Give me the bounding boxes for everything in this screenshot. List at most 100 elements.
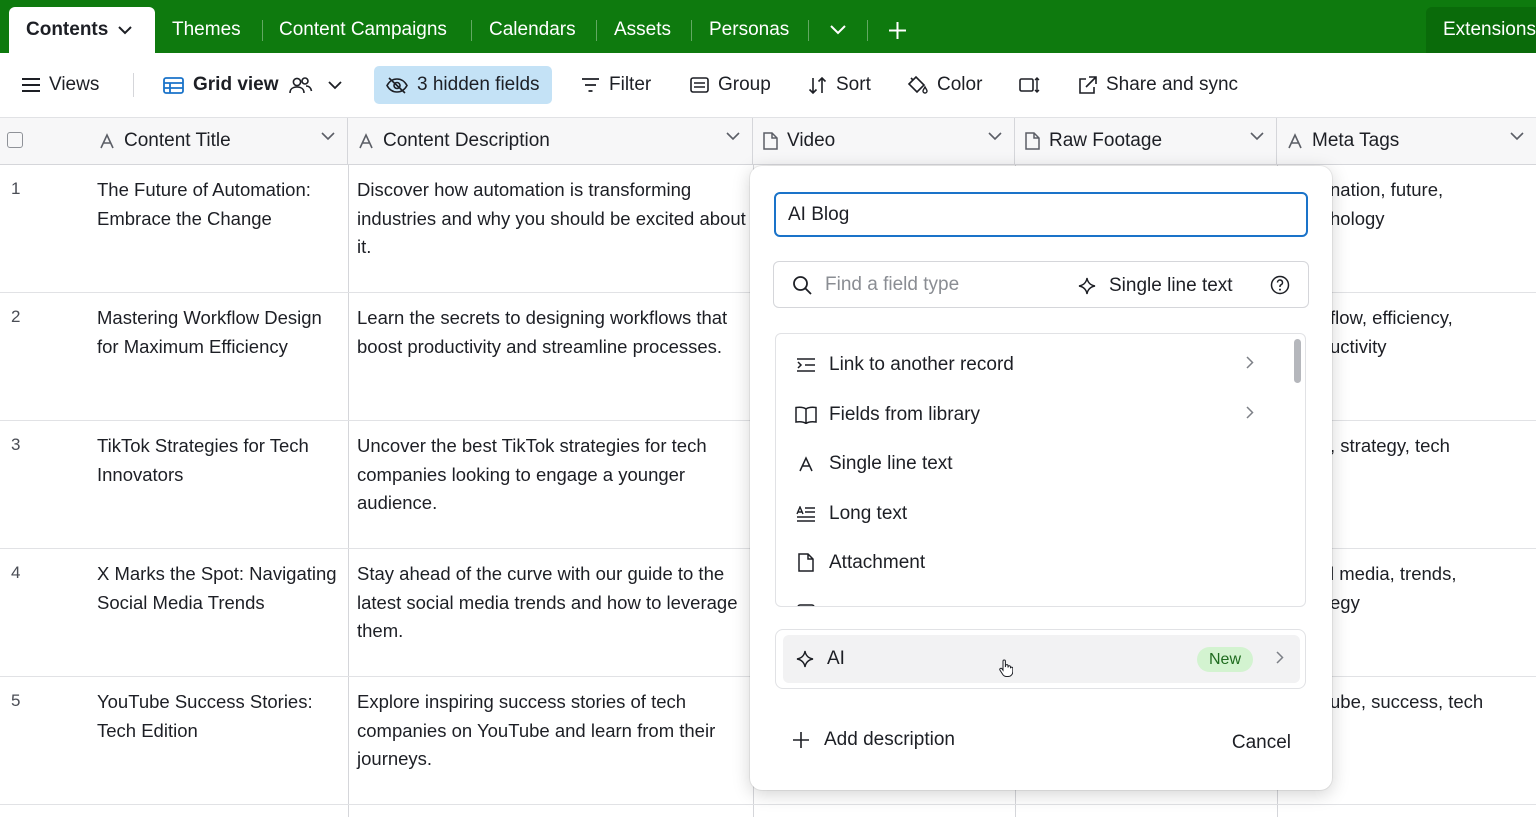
column-header-video[interactable]: Video bbox=[753, 118, 1015, 164]
views-label: Views bbox=[49, 74, 100, 95]
collaborators-icon bbox=[288, 76, 312, 93]
chevron-down-icon[interactable] bbox=[1510, 132, 1524, 141]
content-title-cell[interactable]: Mastering Workflow Design for Maximum Ef… bbox=[97, 304, 342, 361]
long-text-icon bbox=[795, 505, 817, 522]
content-description-cell[interactable]: Explore inspiring success stories of tec… bbox=[357, 688, 747, 774]
filter-button[interactable]: Filter bbox=[581, 66, 651, 104]
tab-calendars[interactable]: Calendars bbox=[489, 14, 576, 46]
content-title-cell[interactable]: TikTok Strategies for Tech Innovators bbox=[97, 432, 342, 489]
meta-tags-cell[interactable]: nation, future, hology bbox=[1330, 176, 1535, 233]
field-type-long-text[interactable]: Long text bbox=[776, 489, 1294, 538]
column-header-raw-footage[interactable]: Raw Footage bbox=[1015, 118, 1277, 164]
ai-label: AI bbox=[827, 648, 845, 669]
field-type-partial-next[interactable] bbox=[776, 588, 1294, 606]
column-header-label: Content Title bbox=[124, 130, 231, 151]
chevron-down-icon[interactable] bbox=[1250, 132, 1264, 141]
row-height-button[interactable] bbox=[1019, 66, 1041, 104]
meta-tags-line: egy bbox=[1330, 591, 1360, 613]
help-circle-icon[interactable] bbox=[1270, 275, 1290, 295]
meta-tags-cell[interactable]: ube, success, tech bbox=[1330, 688, 1535, 717]
book-icon bbox=[795, 406, 817, 424]
column-header-label: Content Description bbox=[383, 130, 550, 151]
group-button[interactable]: Group bbox=[690, 66, 771, 104]
content-description-cell[interactable]: Discover how automation is transforming … bbox=[357, 176, 747, 262]
tab-themes[interactable]: Themes bbox=[172, 14, 241, 46]
meta-tags-cell[interactable]: flow, efficiency, uctivity bbox=[1330, 304, 1535, 361]
content-description-cell[interactable]: Uncover the best TikTok strategies for t… bbox=[357, 432, 747, 518]
tab-contents[interactable]: Contents bbox=[9, 7, 155, 53]
more-tabs-button[interactable] bbox=[830, 14, 846, 46]
chevron-down-icon[interactable] bbox=[321, 132, 335, 141]
meta-tags-cell[interactable]: l media, trends, egy bbox=[1330, 560, 1535, 617]
field-type-label: Long text bbox=[829, 502, 908, 524]
content-title-cell[interactable]: X Marks the Spot: Navigating Social Medi… bbox=[97, 560, 342, 617]
tab-personas[interactable]: Personas bbox=[709, 14, 789, 46]
tab-content-campaigns[interactable]: Content Campaigns bbox=[279, 14, 447, 46]
add-table-button[interactable] bbox=[888, 14, 907, 46]
select-all-checkbox[interactable] bbox=[7, 132, 23, 148]
search-placeholder: Find a field type bbox=[825, 273, 960, 295]
content-title-cell[interactable]: YouTube Success Stories: Tech Edition bbox=[97, 688, 342, 745]
grid-view-button[interactable]: Grid view bbox=[163, 66, 342, 104]
chevron-down-icon[interactable] bbox=[726, 132, 740, 141]
field-name-input[interactable] bbox=[774, 192, 1308, 237]
field-type-search[interactable]: Find a field type Single line text bbox=[773, 261, 1309, 308]
field-type-single-line-text[interactable]: Single line text bbox=[776, 439, 1294, 488]
sort-button[interactable]: Sort bbox=[808, 66, 871, 104]
column-header-label: Raw Footage bbox=[1049, 130, 1163, 151]
table-tab-bar: Contents Themes Content Campaigns Calend… bbox=[0, 0, 1536, 53]
column-header-content-title[interactable]: Content Title bbox=[0, 118, 348, 164]
list-scrollbar[interactable] bbox=[1294, 339, 1301, 383]
meta-tags-line: l media, trends, bbox=[1330, 563, 1457, 584]
sparkle-icon bbox=[1078, 277, 1096, 294]
meta-tags-line: ube, success, tech bbox=[1330, 691, 1484, 712]
views-button[interactable]: Views bbox=[22, 66, 99, 104]
extensions-button[interactable]: Extensions bbox=[1426, 7, 1536, 53]
column-header-content-description[interactable]: Content Description bbox=[348, 118, 753, 164]
chevron-down-icon[interactable] bbox=[327, 80, 342, 90]
search-icon bbox=[792, 275, 812, 295]
tab-personas-label: Personas bbox=[709, 19, 790, 40]
plus-icon bbox=[889, 21, 906, 39]
row-height-icon bbox=[1019, 77, 1040, 93]
content-description-cell[interactable]: Stay ahead of the curve with our guide t… bbox=[357, 560, 747, 646]
document-icon bbox=[1025, 132, 1040, 150]
cancel-label: Cancel bbox=[1231, 732, 1291, 753]
tab-themes-label: Themes bbox=[172, 19, 241, 40]
extensions-label: Extensions bbox=[1443, 19, 1536, 40]
chevron-down-icon bbox=[830, 25, 846, 35]
meta-tags-line: flow, efficiency, bbox=[1330, 307, 1453, 328]
content-title-cell[interactable]: The Future of Automation: Embrace the Ch… bbox=[97, 176, 342, 233]
share-and-sync-button[interactable]: Share and sync bbox=[1078, 66, 1238, 104]
new-badge: New bbox=[1197, 647, 1254, 672]
group-label: Group bbox=[718, 74, 771, 95]
view-toolbar: Views Grid view 3 hidden fields Filter G… bbox=[0, 53, 1536, 118]
share-and-sync-label: Share and sync bbox=[1106, 74, 1239, 95]
column-header-label: Meta Tags bbox=[1312, 130, 1400, 151]
hidden-fields-label: 3 hidden fields bbox=[417, 74, 540, 95]
field-type-attachment[interactable]: Attachment bbox=[776, 538, 1294, 587]
filter-icon bbox=[582, 78, 599, 92]
color-button[interactable]: Color bbox=[907, 66, 982, 104]
cancel-button[interactable]: Cancel bbox=[1232, 732, 1291, 754]
tab-assets[interactable]: Assets bbox=[614, 14, 671, 46]
add-description-button[interactable]: Add description bbox=[792, 729, 955, 751]
chevron-down-icon[interactable] bbox=[988, 132, 1002, 141]
hidden-fields-button[interactable]: 3 hidden fields bbox=[374, 66, 552, 104]
column-header-meta-tags[interactable]: Meta Tags bbox=[1277, 118, 1536, 164]
field-type-link-record[interactable]: Link to another record bbox=[776, 340, 1294, 389]
meta-tags-line: , strategy, tech bbox=[1330, 435, 1450, 456]
link-record-icon bbox=[795, 357, 817, 373]
current-field-type: Single line text bbox=[1078, 262, 1233, 309]
content-description-cell[interactable]: Learn the secrets to designing workflows… bbox=[357, 304, 747, 361]
grid-view-label: Grid view bbox=[193, 74, 279, 95]
field-type-label: Link to another record bbox=[829, 353, 1014, 375]
chevron-down-icon[interactable] bbox=[118, 25, 133, 35]
tab-calendars-label: Calendars bbox=[489, 19, 576, 40]
field-type-label: Attachment bbox=[829, 551, 926, 573]
field-type-fields-from-library[interactable]: Fields from library bbox=[776, 390, 1294, 439]
meta-tags-cell[interactable]: , strategy, tech bbox=[1330, 432, 1535, 461]
row-number: 2 bbox=[11, 307, 21, 326]
tab-divider bbox=[262, 20, 263, 41]
ai-field-option[interactable]: AI New bbox=[783, 635, 1300, 683]
